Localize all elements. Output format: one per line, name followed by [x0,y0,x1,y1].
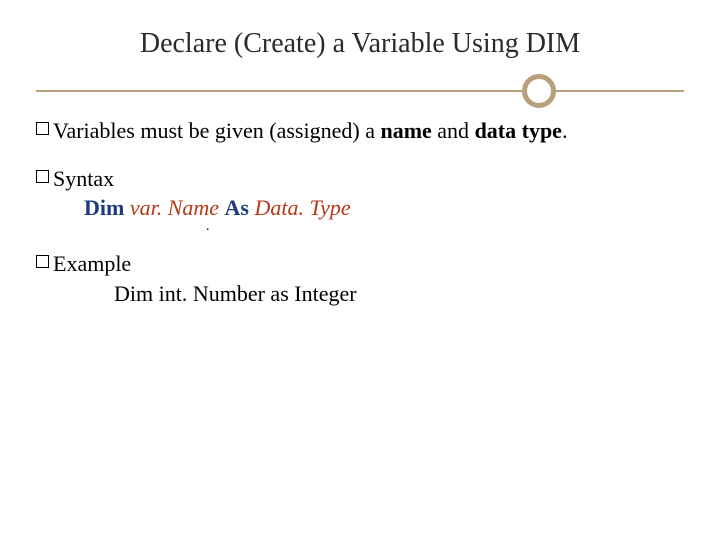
var-name: var. Name [124,195,224,220]
content-area: Variables must be given (assigned) a nam… [36,116,684,309]
bullet-icon [36,122,49,135]
divider [36,74,684,108]
slide-title: Declare (Create) a Variable Using DIM [36,28,684,60]
slide: Declare (Create) a Variable Using DIM Va… [0,0,720,540]
example-block: Example Dim int. Number as Integer [36,249,684,308]
text-name: name [380,118,431,143]
paragraph-variables: Variables must be given (assigned) a nam… [36,116,684,146]
text-mid: and [432,118,475,143]
bullet-icon [36,255,49,268]
divider-circle-icon [522,74,556,108]
syntax-code: Dim var. Name As Data. Type [36,193,684,223]
divider-line [36,90,684,92]
keyword-as: As [225,195,249,220]
keyword-dim: Dim [84,195,124,220]
text-prefix: Variables must be given (assigned) a [53,118,380,143]
syntax-block: Syntax Dim var. Name As Data. Type . [36,164,684,232]
text-datatype: data type [475,118,562,143]
paragraph-text: Variables must be given (assigned) a nam… [53,116,567,146]
text-suffix: . [562,118,568,143]
bullet-icon [36,170,49,183]
example-label: Example [53,249,131,279]
dot-marker: . [36,223,684,231]
syntax-label: Syntax [53,164,114,194]
example-code: Dim int. Number as Integer [36,279,684,309]
data-type: Data. Type [249,195,351,220]
